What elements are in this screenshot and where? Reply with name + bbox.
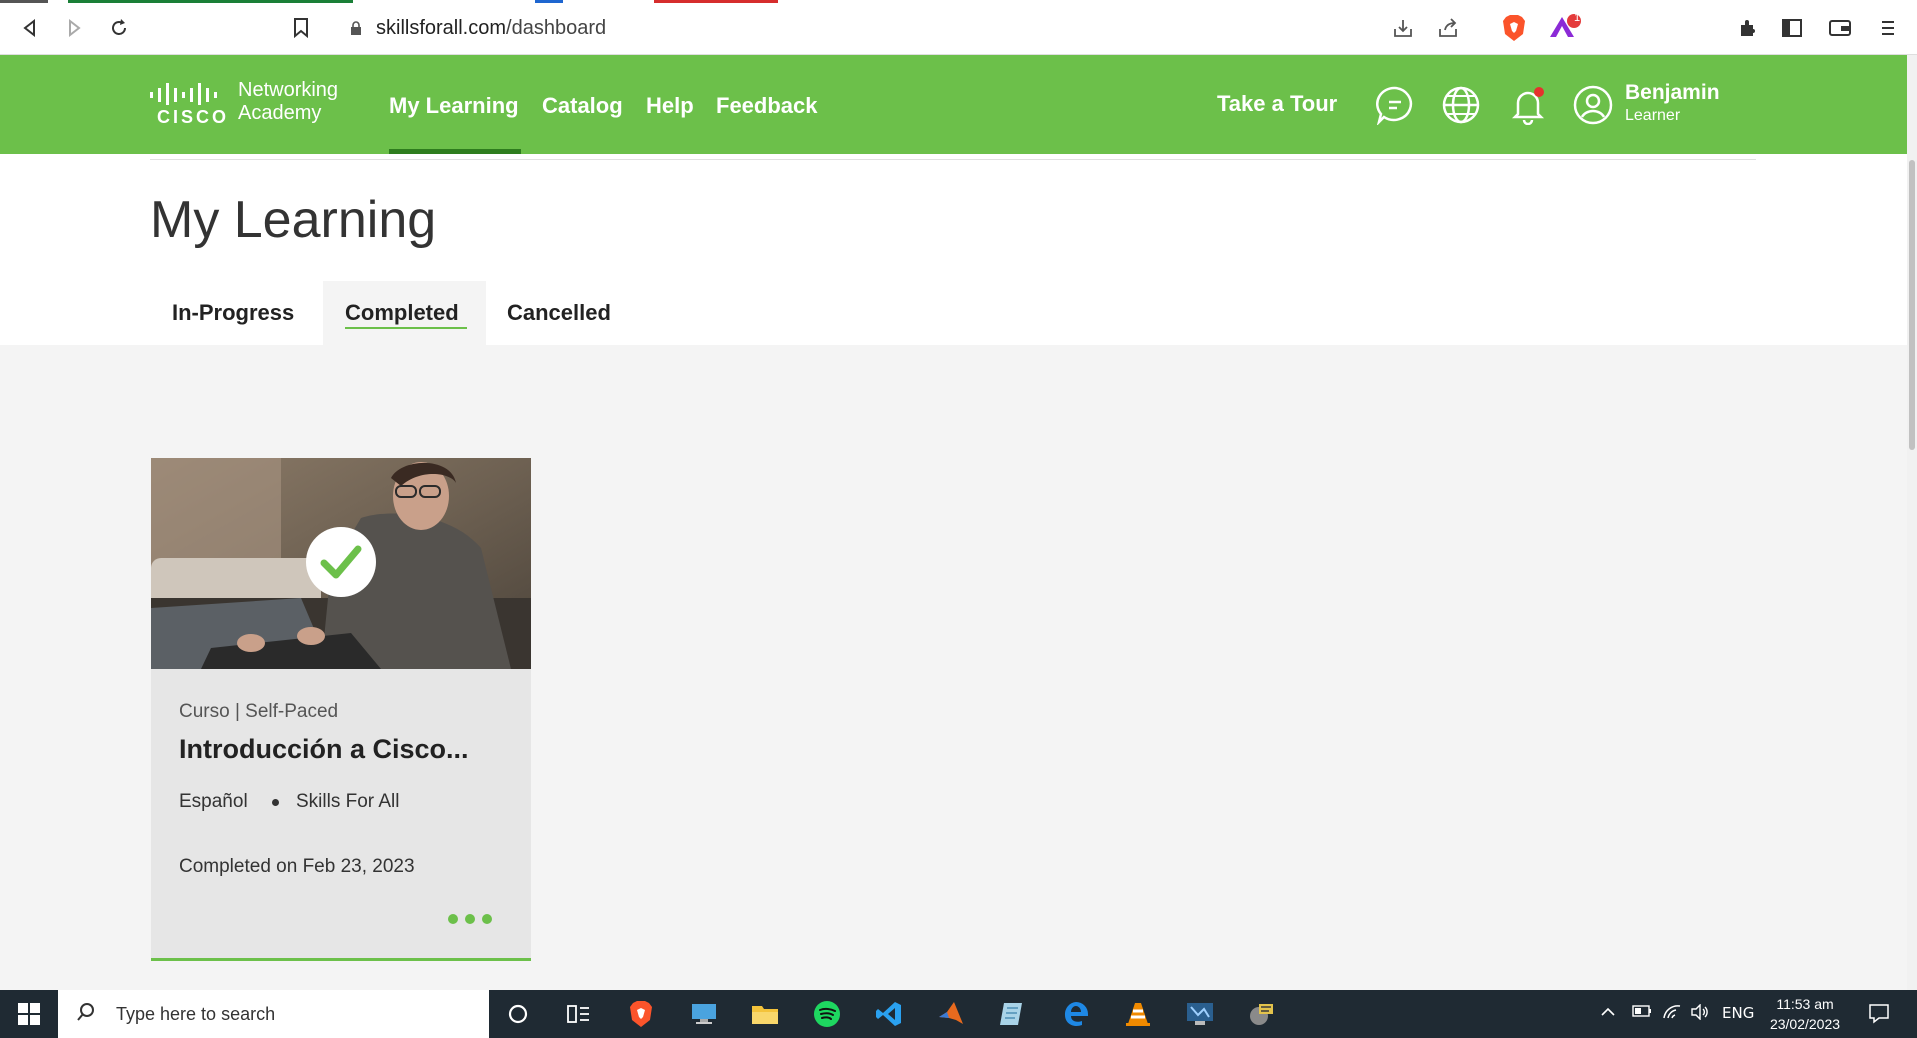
notification-bell-icon[interactable] (1508, 85, 1548, 126)
address-bar[interactable]: skillsforall.com/dashboard 1 (332, 9, 1586, 47)
nav-help[interactable]: Help (646, 93, 694, 119)
bullet-separator (272, 799, 279, 806)
file-explorer-icon[interactable] (750, 999, 780, 1029)
packet-tracer-icon[interactable] (1185, 999, 1215, 1029)
tab-indicator (0, 0, 48, 3)
more-options-button[interactable] (447, 912, 497, 924)
clock-time: 11:53 am (1776, 996, 1834, 1012)
course-card[interactable]: Curso | Self-Paced Introducción a Cisco.… (151, 458, 531, 961)
logo-brand: CISCO (157, 107, 230, 127)
share-icon[interactable] (1437, 17, 1459, 44)
network-tool-icon[interactable] (1247, 999, 1277, 1029)
logo-title: Networking Academy (238, 79, 339, 124)
course-type: Curso | Self-Paced (179, 701, 339, 722)
scrollbar-thumb[interactable] (1909, 160, 1915, 450)
more-dots-icon (448, 914, 492, 924)
extensions-icon[interactable] (1734, 14, 1762, 42)
wifi-icon[interactable] (1662, 1004, 1682, 1024)
menu-icon[interactable] (1874, 14, 1902, 42)
bookmark-button[interactable] (287, 14, 315, 42)
nav-catalog[interactable]: Catalog (542, 93, 623, 119)
wallet-icon[interactable] (1826, 14, 1854, 42)
system-clock[interactable]: 11:53 am 23/02/2023 (1760, 994, 1850, 1034)
cisco-bars-icon (150, 83, 217, 105)
back-button[interactable] (16, 14, 44, 42)
battery-icon[interactable] (1632, 1004, 1652, 1022)
reload-button[interactable] (105, 14, 133, 42)
bookmark-icon (294, 18, 308, 38)
vscode-icon[interactable] (874, 999, 904, 1029)
page-scrollbar[interactable] (1907, 55, 1917, 990)
tab-indicator (68, 0, 353, 3)
show-hidden-icons-icon[interactable] (1600, 1004, 1616, 1022)
notification-center-icon[interactable] (1868, 1002, 1890, 1028)
completion-date: Completed on Feb 23, 2023 (179, 856, 415, 877)
page-title: My Learning (150, 191, 437, 249)
search-icon (76, 1002, 96, 1027)
tab-label: Cancelled (507, 300, 611, 325)
tab-label: Completed (345, 300, 459, 325)
clock-date: 23/02/2023 (1769, 1016, 1841, 1032)
user-name[interactable]: Benjamin (1625, 81, 1720, 105)
divider (150, 159, 1756, 160)
take-a-tour-link[interactable]: Take a Tour (1217, 91, 1337, 117)
site-header: CISCO Networking Academy My Learning Cat… (0, 55, 1907, 154)
taskbar: Type here to search ENG 11:53 am 23/02/2… (0, 990, 1917, 1038)
task-view-icon[interactable] (564, 999, 594, 1029)
taskbar-search[interactable]: Type here to search (58, 990, 489, 1038)
volume-icon[interactable] (1690, 1003, 1710, 1024)
globe-icon[interactable] (1441, 85, 1481, 125)
cortana-icon[interactable] (503, 999, 533, 1029)
avatar[interactable] (1573, 85, 1613, 125)
tab-label: In-Progress (172, 300, 295, 325)
course-title[interactable]: Introducción a Cisco... (179, 734, 469, 765)
matlab-icon[interactable] (936, 999, 966, 1029)
notes-app-icon[interactable] (997, 999, 1027, 1029)
edge-icon[interactable] (1061, 999, 1091, 1029)
user-role: Learner (1625, 107, 1681, 124)
install-icon[interactable] (1392, 17, 1414, 44)
search-placeholder: Type here to search (116, 1003, 276, 1024)
sidebar-icon[interactable] (1778, 14, 1806, 42)
windows-start-button[interactable] (0, 990, 58, 1038)
tab-in-progress[interactable]: In-Progress (151, 281, 311, 345)
back-icon (23, 19, 35, 37)
lock-icon (350, 21, 362, 35)
nav-feedback[interactable]: Feedback (716, 93, 818, 119)
browser-toolbar: skillsforall.com/dashboard 1 (0, 0, 1917, 55)
vlc-icon[interactable] (1123, 999, 1153, 1029)
course-language: Español (179, 791, 248, 812)
url-text: skillsforall.com/dashboard (376, 16, 607, 39)
spotify-icon[interactable] (812, 999, 842, 1029)
remote-desktop-icon[interactable] (689, 999, 719, 1029)
brave-browser-icon[interactable] (626, 999, 656, 1029)
active-tab-underline (345, 327, 467, 329)
reload-icon (112, 19, 126, 35)
completed-check-icon (306, 527, 376, 597)
nav-my-learning[interactable]: My Learning (389, 93, 519, 119)
tab-indicator (535, 0, 563, 3)
windows-icon (18, 1003, 40, 1025)
tab-indicator (654, 0, 778, 3)
brave-shield-icon[interactable] (1502, 14, 1526, 47)
chat-icon[interactable] (1375, 85, 1415, 127)
forward-button[interactable] (60, 14, 88, 42)
tab-completed[interactable]: Completed (323, 281, 486, 345)
course-organization: Skills For All (296, 791, 400, 812)
course-image (151, 458, 531, 669)
rewards-badge: 1 (1573, 12, 1581, 24)
forward-icon (69, 19, 81, 37)
input-language[interactable]: ENG (1722, 1004, 1754, 1022)
tab-cancelled[interactable]: Cancelled (486, 281, 636, 345)
